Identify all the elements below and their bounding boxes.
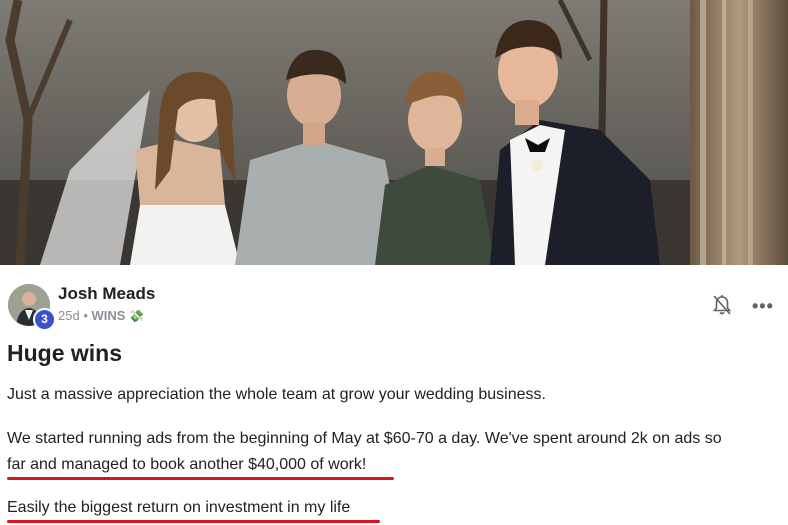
meta-separator: • [83,308,88,323]
highlight-underline [7,520,380,523]
more-options-button[interactable]: ••• [752,297,774,315]
post-meta: 25d • WINS 💸 [58,308,144,323]
post-category[interactable]: WINS [92,308,126,323]
level-badge: 3 [33,308,56,331]
post-title: Huge wins [7,340,123,366]
post-time: 25d [58,308,80,323]
post-paragraph-3: Easily the biggest return on investment … [7,499,351,516]
post-paragraph-2-line-1: We started running ads from the beginnin… [7,430,722,447]
money-icon: 💸 [129,309,145,323]
wedding-group-photo [0,0,788,265]
highlight-underline [7,477,394,480]
post-card: 3 Josh Meads 25d • WINS 💸 ••• Huge wins … [0,265,788,525]
post-paragraph-1: Just a massive appreciation the whole te… [7,386,546,403]
post-photo [0,0,788,265]
post-paragraph-2-line-2: far and managed to book another $40,000 … [7,456,367,473]
author-name[interactable]: Josh Meads [58,284,155,304]
bell-off-icon[interactable] [712,294,732,316]
